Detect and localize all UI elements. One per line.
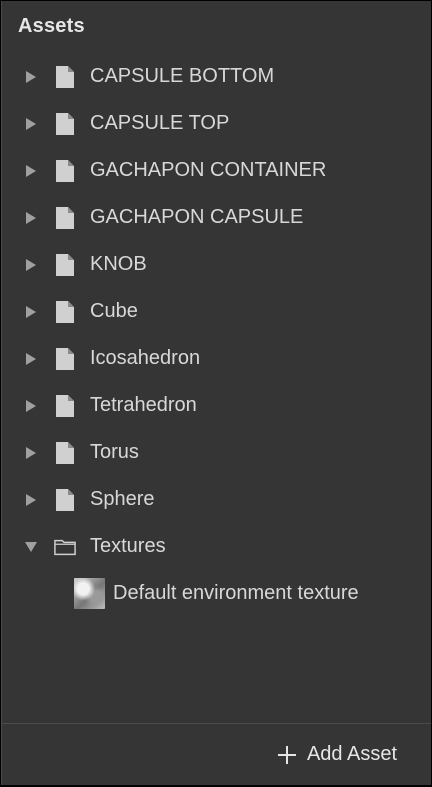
tree-item-label: Cube <box>90 300 138 322</box>
expand-arrow-icon[interactable] <box>24 70 38 84</box>
tree-item-sphere[interactable]: Sphere <box>2 476 431 523</box>
tree-item-label: CAPSULE BOTTOM <box>90 65 275 87</box>
folder-icon <box>54 536 76 558</box>
tree-item-textures[interactable]: Textures <box>2 523 431 570</box>
tree-item-capsule-bottom[interactable]: CAPSULE BOTTOM <box>2 53 431 100</box>
asset-tree: CAPSULE BOTTOM CAPSULE TOP GACHAPON CONT… <box>2 53 431 617</box>
tree-item-gachapon-container[interactable]: GACHAPON CONTAINER <box>2 147 431 194</box>
tree-item-default-environment-texture[interactable]: Default environment texture <box>2 570 431 617</box>
tree-item-label: KNOB <box>90 253 147 275</box>
tree-item-icosahedron[interactable]: Icosahedron <box>2 335 431 382</box>
file-icon <box>54 300 76 323</box>
assets-panel: Assets CAPSULE BOTTOM CAPSULE TOP GACHAP… <box>1 1 431 785</box>
collapse-arrow-icon[interactable] <box>24 540 38 554</box>
expand-arrow-icon[interactable] <box>24 211 38 225</box>
expand-arrow-icon[interactable] <box>24 493 38 507</box>
tree-item-label: Textures <box>90 535 166 557</box>
plus-icon <box>277 745 296 764</box>
tree-item-label: Torus <box>90 441 139 463</box>
file-icon <box>54 347 76 370</box>
tree-item-gachapon-capsule[interactable]: GACHAPON CAPSULE <box>2 194 431 241</box>
expand-arrow-icon[interactable] <box>24 305 38 319</box>
expand-arrow-icon[interactable] <box>24 164 38 178</box>
expand-arrow-icon[interactable] <box>24 258 38 272</box>
file-icon <box>54 206 76 229</box>
expand-arrow-icon[interactable] <box>24 446 38 460</box>
tree-item-knob[interactable]: KNOB <box>2 241 431 288</box>
expand-arrow-icon[interactable] <box>24 352 38 366</box>
panel-title: Assets <box>18 15 85 37</box>
file-icon <box>54 65 76 88</box>
tree-item-cube[interactable]: Cube <box>2 288 431 335</box>
tree-item-label: GACHAPON CONTAINER <box>90 159 327 181</box>
footer-divider <box>2 723 431 724</box>
file-icon <box>54 253 76 276</box>
file-icon <box>54 112 76 135</box>
file-icon <box>54 159 76 182</box>
add-asset-button[interactable]: Add Asset <box>277 743 397 766</box>
file-icon <box>54 488 76 511</box>
tree-item-label: Tetrahedron <box>90 394 197 416</box>
tree-item-label: Default environment texture <box>113 582 359 604</box>
expand-arrow-icon[interactable] <box>24 399 38 413</box>
tree-item-label: CAPSULE TOP <box>90 112 230 134</box>
file-icon <box>54 394 76 417</box>
file-icon <box>54 441 76 464</box>
tree-item-capsule-top[interactable]: CAPSULE TOP <box>2 100 431 147</box>
tree-item-label: Icosahedron <box>90 347 201 369</box>
tree-item-label: GACHAPON CAPSULE <box>90 206 304 228</box>
tree-item-tetrahedron[interactable]: Tetrahedron <box>2 382 431 429</box>
expand-arrow-icon[interactable] <box>24 117 38 131</box>
add-asset-label: Add Asset <box>306 743 397 765</box>
texture-thumbnail-icon <box>74 578 105 609</box>
tree-item-label: Sphere <box>90 488 155 510</box>
tree-item-torus[interactable]: Torus <box>2 429 431 476</box>
